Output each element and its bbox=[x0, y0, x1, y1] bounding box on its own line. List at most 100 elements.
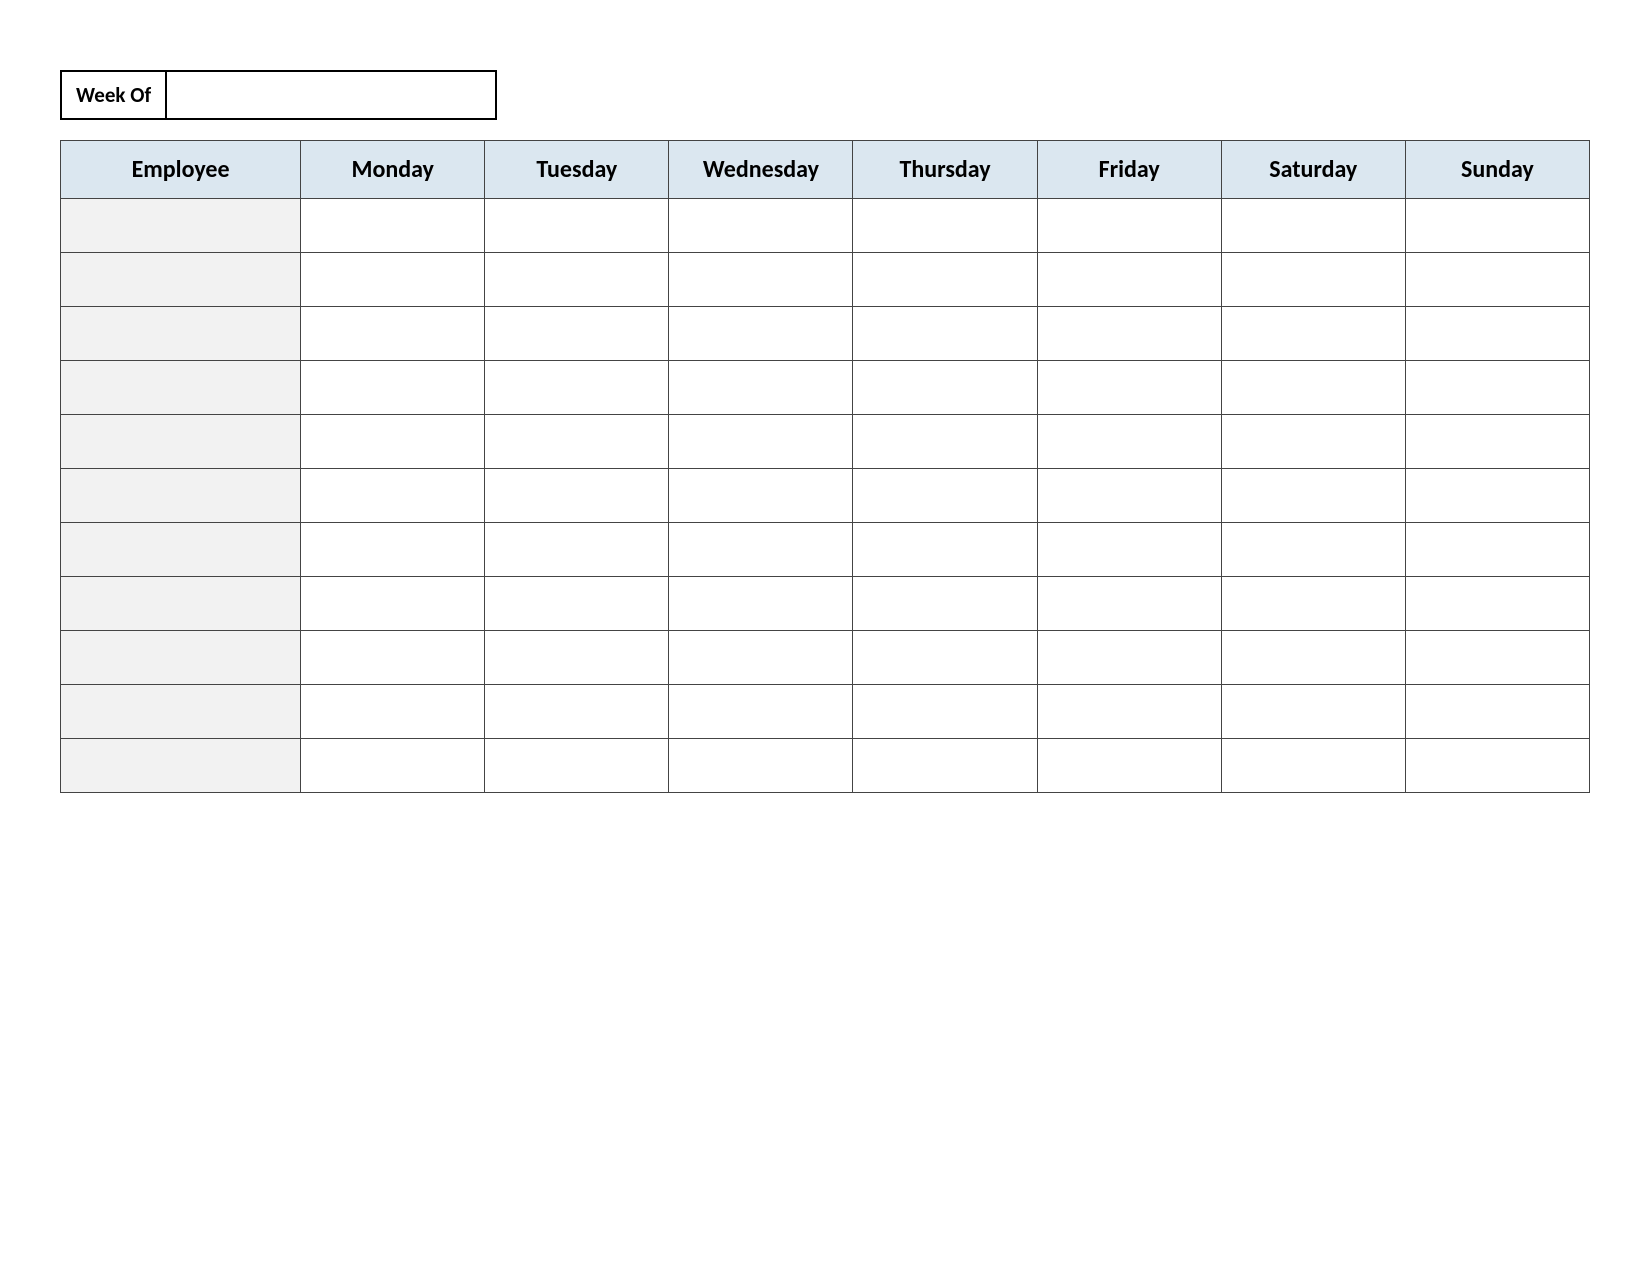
schedule-cell[interactable] bbox=[301, 685, 485, 739]
employee-cell[interactable] bbox=[61, 415, 301, 469]
col-header-tuesday: Tuesday bbox=[485, 141, 669, 199]
schedule-cell[interactable] bbox=[301, 469, 485, 523]
schedule-cell[interactable] bbox=[1221, 631, 1405, 685]
schedule-cell[interactable] bbox=[1405, 361, 1589, 415]
schedule-cell[interactable] bbox=[1405, 739, 1589, 793]
schedule-cell[interactable] bbox=[485, 469, 669, 523]
schedule-cell[interactable] bbox=[1221, 253, 1405, 307]
schedule-cell[interactable] bbox=[669, 577, 853, 631]
employee-cell[interactable] bbox=[61, 361, 301, 415]
table-row bbox=[61, 523, 1590, 577]
schedule-cell[interactable] bbox=[485, 685, 669, 739]
schedule-cell[interactable] bbox=[1221, 469, 1405, 523]
schedule-cell[interactable] bbox=[1037, 199, 1221, 253]
schedule-cell[interactable] bbox=[485, 415, 669, 469]
employee-cell[interactable] bbox=[61, 685, 301, 739]
col-header-employee: Employee bbox=[61, 141, 301, 199]
schedule-cell[interactable] bbox=[1221, 415, 1405, 469]
table-row bbox=[61, 361, 1590, 415]
schedule-cell[interactable] bbox=[853, 523, 1037, 577]
schedule-cell[interactable] bbox=[1405, 523, 1589, 577]
schedule-cell[interactable] bbox=[485, 577, 669, 631]
schedule-cell[interactable] bbox=[1037, 523, 1221, 577]
schedule-cell[interactable] bbox=[669, 199, 853, 253]
header-row: Employee Monday Tuesday Wednesday Thursd… bbox=[61, 141, 1590, 199]
schedule-cell[interactable] bbox=[1221, 199, 1405, 253]
col-header-monday: Monday bbox=[301, 141, 485, 199]
col-header-thursday: Thursday bbox=[853, 141, 1037, 199]
schedule-cell[interactable] bbox=[853, 577, 1037, 631]
employee-cell[interactable] bbox=[61, 469, 301, 523]
schedule-cell[interactable] bbox=[301, 307, 485, 361]
schedule-cell[interactable] bbox=[669, 415, 853, 469]
schedule-cell[interactable] bbox=[1037, 739, 1221, 793]
schedule-cell[interactable] bbox=[1221, 307, 1405, 361]
schedule-cell[interactable] bbox=[669, 631, 853, 685]
schedule-cell[interactable] bbox=[853, 739, 1037, 793]
schedule-cell[interactable] bbox=[1405, 199, 1589, 253]
schedule-cell[interactable] bbox=[1037, 469, 1221, 523]
schedule-cell[interactable] bbox=[1037, 577, 1221, 631]
employee-cell[interactable] bbox=[61, 307, 301, 361]
schedule-cell[interactable] bbox=[485, 631, 669, 685]
schedule-cell[interactable] bbox=[1405, 253, 1589, 307]
schedule-cell[interactable] bbox=[1221, 361, 1405, 415]
schedule-cell[interactable] bbox=[1037, 685, 1221, 739]
schedule-cell[interactable] bbox=[1405, 577, 1589, 631]
schedule-cell[interactable] bbox=[669, 523, 853, 577]
schedule-cell[interactable] bbox=[669, 739, 853, 793]
schedule-cell[interactable] bbox=[485, 199, 669, 253]
table-row bbox=[61, 469, 1590, 523]
schedule-cell[interactable] bbox=[301, 577, 485, 631]
schedule-cell[interactable] bbox=[1405, 307, 1589, 361]
schedule-cell[interactable] bbox=[301, 253, 485, 307]
schedule-cell[interactable] bbox=[301, 361, 485, 415]
schedule-cell[interactable] bbox=[853, 361, 1037, 415]
schedule-cell[interactable] bbox=[301, 199, 485, 253]
schedule-cell[interactable] bbox=[853, 307, 1037, 361]
schedule-cell[interactable] bbox=[853, 469, 1037, 523]
schedule-cell[interactable] bbox=[1221, 577, 1405, 631]
schedule-cell[interactable] bbox=[1221, 739, 1405, 793]
schedule-cell[interactable] bbox=[1405, 631, 1589, 685]
schedule-cell[interactable] bbox=[1037, 253, 1221, 307]
col-header-friday: Friday bbox=[1037, 141, 1221, 199]
schedule-cell[interactable] bbox=[669, 253, 853, 307]
weekof-value[interactable] bbox=[167, 70, 497, 120]
schedule-cell[interactable] bbox=[301, 523, 485, 577]
employee-cell[interactable] bbox=[61, 253, 301, 307]
employee-cell[interactable] bbox=[61, 523, 301, 577]
schedule-cell[interactable] bbox=[669, 307, 853, 361]
schedule-cell[interactable] bbox=[853, 415, 1037, 469]
employee-cell[interactable] bbox=[61, 577, 301, 631]
schedule-cell[interactable] bbox=[485, 253, 669, 307]
schedule-cell[interactable] bbox=[669, 361, 853, 415]
schedule-cell[interactable] bbox=[301, 415, 485, 469]
schedule-cell[interactable] bbox=[485, 361, 669, 415]
schedule-cell[interactable] bbox=[669, 685, 853, 739]
schedule-cell[interactable] bbox=[853, 631, 1037, 685]
schedule-cell[interactable] bbox=[853, 253, 1037, 307]
employee-cell[interactable] bbox=[61, 631, 301, 685]
schedule-cell[interactable] bbox=[1037, 415, 1221, 469]
schedule-cell[interactable] bbox=[1221, 523, 1405, 577]
schedule-cell[interactable] bbox=[485, 739, 669, 793]
schedule-cell[interactable] bbox=[1037, 631, 1221, 685]
table-row bbox=[61, 739, 1590, 793]
schedule-cell[interactable] bbox=[853, 199, 1037, 253]
schedule-cell[interactable] bbox=[1405, 415, 1589, 469]
schedule-cell[interactable] bbox=[1221, 685, 1405, 739]
schedule-cell[interactable] bbox=[301, 631, 485, 685]
schedule-cell[interactable] bbox=[1037, 361, 1221, 415]
schedule-cell[interactable] bbox=[485, 523, 669, 577]
schedule-cell[interactable] bbox=[1037, 307, 1221, 361]
schedule-cell[interactable] bbox=[1405, 469, 1589, 523]
schedule-cell[interactable] bbox=[1405, 685, 1589, 739]
schedule-cell[interactable] bbox=[301, 739, 485, 793]
table-row bbox=[61, 199, 1590, 253]
schedule-cell[interactable] bbox=[669, 469, 853, 523]
schedule-cell[interactable] bbox=[485, 307, 669, 361]
employee-cell[interactable] bbox=[61, 199, 301, 253]
employee-cell[interactable] bbox=[61, 739, 301, 793]
schedule-cell[interactable] bbox=[853, 685, 1037, 739]
